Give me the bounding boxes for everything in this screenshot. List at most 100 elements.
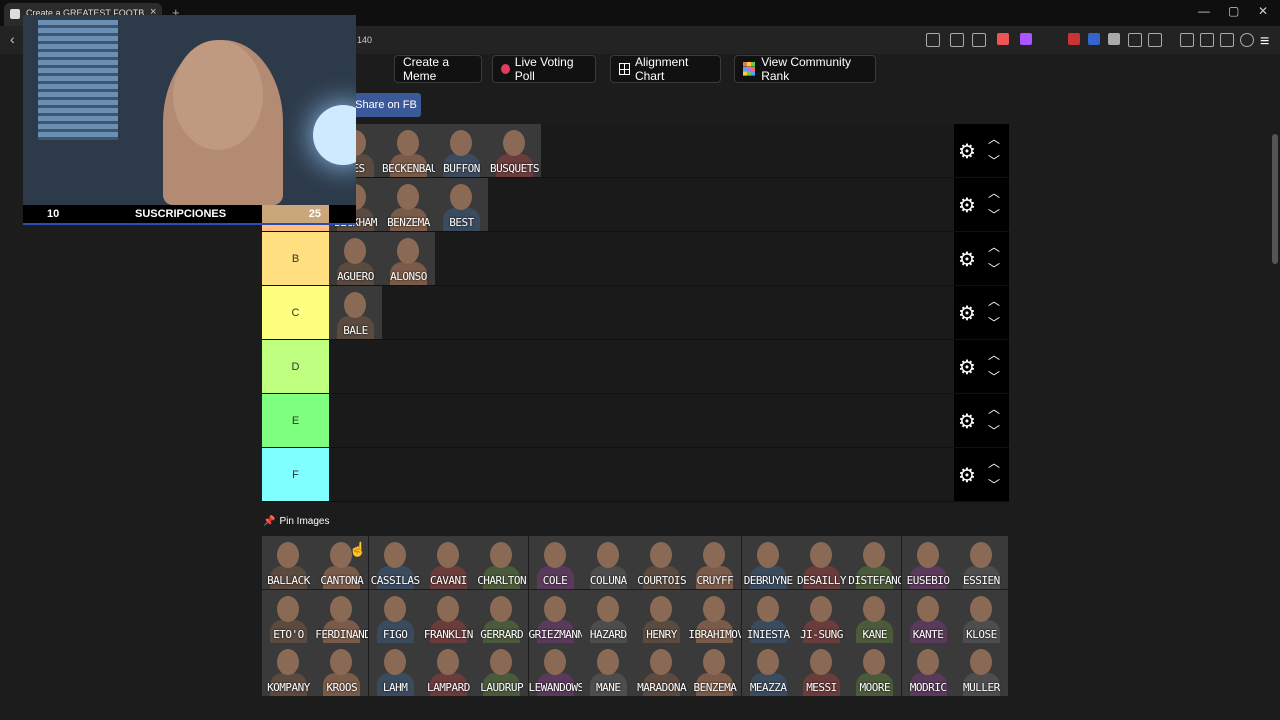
pool-player-card[interactable]: FERDINAND <box>315 589 369 643</box>
pool-player-card[interactable]: COURTOIS <box>635 536 689 589</box>
adblock-icon[interactable] <box>1068 33 1080 45</box>
chevron-up-icon[interactable]: ︿ <box>988 454 1000 471</box>
pool-player-card[interactable]: KROOS <box>315 643 369 696</box>
pool-player-card[interactable]: GRIEZMANN <box>528 589 582 643</box>
vpn-icon[interactable] <box>1240 33 1254 47</box>
menu-icon[interactable]: ≡ <box>1260 33 1272 50</box>
chevron-up-icon[interactable]: ︿ <box>988 130 1000 147</box>
puzzle-icon[interactable] <box>1128 33 1142 47</box>
chevron-up-icon[interactable]: ︿ <box>988 346 1000 363</box>
gear-icon[interactable]: ⚙ <box>958 409 976 434</box>
pool-player-card[interactable]: ESSIEN <box>954 536 1008 589</box>
player-card[interactable]: BEST <box>435 178 488 231</box>
tier-drop-zone[interactable] <box>329 340 954 393</box>
chevron-down-icon[interactable]: ﹀ <box>988 314 1000 331</box>
tier-drop-zone[interactable] <box>329 448 954 501</box>
live-voting-poll-button[interactable]: Live Voting Poll <box>492 55 596 83</box>
gear-icon[interactable]: ⚙ <box>958 355 976 380</box>
pool-player-card[interactable]: KANTE <box>901 589 955 643</box>
gear-icon[interactable]: ⚙ <box>958 193 976 218</box>
pool-player-card[interactable]: HENRY <box>635 589 689 643</box>
chevron-up-icon[interactable]: ︿ <box>988 184 1000 201</box>
media-icon[interactable] <box>1148 33 1162 47</box>
tier-label[interactable]: D <box>262 340 329 393</box>
pool-player-card[interactable]: MULLER <box>954 643 1008 696</box>
wallet-icon[interactable] <box>1200 33 1214 47</box>
pool-player-card[interactable]: MODRIC <box>901 643 955 696</box>
chevron-up-icon[interactable]: ︿ <box>988 238 1000 255</box>
pool-player-card[interactable]: HAZARD <box>581 589 635 643</box>
create-meme-button[interactable]: Create a Meme <box>394 55 482 83</box>
tier-label[interactable]: F <box>262 448 329 501</box>
alignment-chart-button[interactable]: Alignment Chart <box>610 55 721 83</box>
ai-icon[interactable] <box>1220 33 1234 47</box>
gear-icon[interactable]: ⚙ <box>958 139 976 164</box>
pool-player-card[interactable]: ETO'O <box>262 589 315 643</box>
pool-player-card[interactable]: GERRARD <box>475 589 529 643</box>
pool-player-card[interactable]: FRANKLIN <box>421 589 475 643</box>
chevron-down-icon[interactable]: ﹀ <box>988 152 1000 169</box>
pin-images-toggle[interactable]: 📌 Pin Images <box>263 516 329 527</box>
minimize-icon[interactable]: — <box>1198 4 1210 18</box>
tier-label[interactable]: B <box>262 232 329 285</box>
address-bar[interactable]: 140 <box>357 35 372 45</box>
pool-player-card[interactable]: LAHM <box>368 643 422 696</box>
pool-player-card[interactable]: CAVANI <box>421 536 475 589</box>
ext-icon[interactable] <box>1108 33 1120 45</box>
translate-icon[interactable] <box>926 33 940 47</box>
chevron-up-icon[interactable]: ︿ <box>988 400 1000 417</box>
pool-player-card[interactable]: CRUYFF <box>688 536 742 589</box>
pool-player-card[interactable]: DEBRUYNE <box>741 536 795 589</box>
gear-icon[interactable]: ⚙ <box>958 247 976 272</box>
pool-player-card[interactable]: CASSILAS <box>368 536 422 589</box>
tier-label[interactable]: E <box>262 394 329 447</box>
sidebar-icon[interactable] <box>1180 33 1194 47</box>
extension-icon[interactable] <box>1020 33 1032 45</box>
pool-player-card[interactable]: JI-SUNG <box>795 589 848 643</box>
pool-player-card[interactable]: EUSEBIO <box>901 536 955 589</box>
pool-player-card[interactable]: BALLACK <box>262 536 315 589</box>
pool-player-card[interactable]: MEAZZA <box>741 643 795 696</box>
gear-icon[interactable]: ⚙ <box>958 463 976 488</box>
chevron-down-icon[interactable]: ﹀ <box>988 476 1000 493</box>
share-icon[interactable] <box>972 33 986 47</box>
community-rank-button[interactable]: View Community Rank <box>734 55 876 83</box>
pool-player-card[interactable]: IBRAHIMOVIC <box>688 589 742 643</box>
close-window-icon[interactable]: ✕ <box>1258 4 1268 18</box>
scrollbar-thumb[interactable] <box>1272 134 1278 264</box>
player-card[interactable]: BUFFON <box>435 124 488 177</box>
chevron-down-icon[interactable]: ﹀ <box>988 368 1000 385</box>
tier-drop-zone[interactable]: VESBECKENBAUERBUFFONBUSQUETS <box>329 124 954 177</box>
pool-player-card[interactable]: MARADONA <box>635 643 689 696</box>
pool-player-card[interactable]: LAMPARD <box>421 643 475 696</box>
tier-label[interactable]: C <box>262 286 329 339</box>
reader-icon[interactable] <box>950 33 964 47</box>
pool-player-card[interactable]: COLUNA <box>581 536 635 589</box>
scrollbar[interactable] <box>1270 54 1280 720</box>
tier-drop-zone[interactable]: BALE <box>329 286 954 339</box>
pool-player-card[interactable]: MESSI <box>795 643 848 696</box>
pool-player-card[interactable]: KANE <box>848 589 902 643</box>
player-card[interactable]: AGUERO <box>329 232 382 285</box>
chevron-down-icon[interactable]: ﹀ <box>988 422 1000 439</box>
pool-player-card[interactable]: LAUDRUP <box>475 643 529 696</box>
player-card[interactable]: BENZEMA <box>382 178 435 231</box>
pool-player-card[interactable]: KOMPANY <box>262 643 315 696</box>
restore-icon[interactable]: ▢ <box>1228 4 1239 18</box>
shield-extension-icon[interactable] <box>997 33 1009 45</box>
translate-ext-icon[interactable] <box>1088 33 1100 45</box>
tier-drop-zone[interactable] <box>329 394 954 447</box>
tier-drop-zone[interactable]: AGUERO ALONSO <box>329 232 954 285</box>
share-fb-button[interactable]: Share on FB <box>351 93 421 117</box>
player-card[interactable]: BUSQUETS <box>488 124 541 177</box>
pool-player-card[interactable]: CHARLTON <box>475 536 529 589</box>
pool-player-card[interactable]: INIESTA <box>741 589 795 643</box>
pool-player-card[interactable]: BENZEMA <box>688 643 742 696</box>
pool-player-card[interactable]: DESAILLY <box>795 536 848 589</box>
player-card[interactable]: ALONSO <box>382 232 435 285</box>
gear-icon[interactable]: ⚙ <box>958 301 976 326</box>
pool-player-card[interactable]: FIGO <box>368 589 422 643</box>
player-card[interactable]: BALE <box>329 286 382 339</box>
pool-player-card[interactable]: COLE <box>528 536 582 589</box>
pool-player-card[interactable]: MANE <box>581 643 635 696</box>
